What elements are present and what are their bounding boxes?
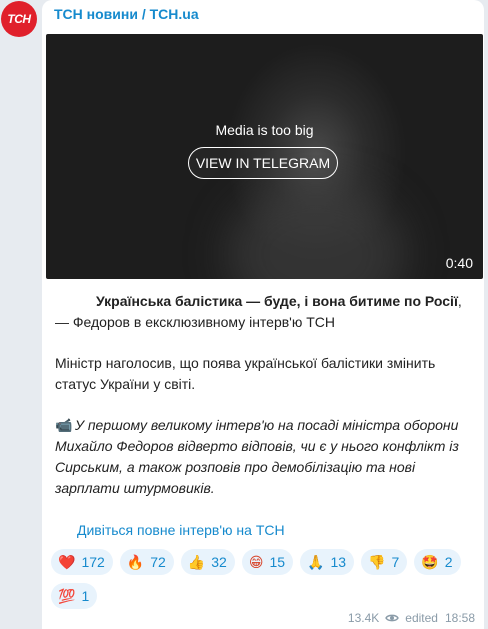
full-interview-link[interactable]: Дивіться повне інтерв'ю на ТСН	[77, 522, 285, 538]
post-paragraph-3: 📹 У першому великому інтерв'ю на посаді м…	[55, 415, 470, 499]
thumbs-up-icon: 👍	[187, 553, 206, 570]
reaction-fire[interactable]: 🔥 72	[119, 549, 174, 575]
reaction-count: 32	[211, 554, 227, 570]
headline-bold: Українська балістика — буде, і вона бити…	[96, 293, 458, 309]
reaction-star-struck[interactable]: 🤩 2	[414, 549, 461, 575]
hundred-icon: 💯	[58, 587, 76, 604]
video-camera-icon: 📹	[55, 417, 73, 433]
view-in-telegram-button[interactable]: VIEW IN TELEGRAM	[188, 147, 338, 179]
video-blur-figure	[226, 184, 406, 279]
fire-icon: 🔥	[126, 553, 145, 570]
reaction-count: 15	[269, 554, 286, 570]
reaction-count: 13	[330, 554, 347, 570]
post-paragraph-2: Міністр наголосив, що поява української …	[55, 355, 436, 392]
reaction-count: 2	[444, 554, 453, 570]
view-count: 13.4K	[347, 611, 380, 625]
edited-label: edited	[405, 611, 438, 625]
grin-icon: 😁	[248, 553, 264, 570]
media-too-big-message: Media is too big	[215, 122, 314, 138]
reaction-grin[interactable]: 😁 15	[241, 549, 294, 575]
video-duration: 0:40	[445, 255, 473, 271]
reaction-count: 1	[81, 588, 90, 604]
reaction-thumbs-up[interactable]: 👍 32	[180, 549, 235, 575]
channel-name[interactable]: ТСН новини / TCH.ua	[54, 6, 199, 22]
post-headline: Українська балістика — буде, і вона бити…	[55, 291, 470, 333]
avatar-logo-text: ТСН	[7, 12, 31, 26]
message-meta: 13.4K edited 18:58	[348, 611, 475, 625]
channel-avatar[interactable]: ТСН	[1, 1, 37, 37]
message-time: 18:58	[444, 611, 475, 625]
reaction-thumbs-down[interactable]: 👎 7	[361, 549, 408, 575]
reaction-count: 172	[81, 554, 105, 570]
thumbs-down-icon: 👎	[368, 553, 386, 570]
star-struck-icon: 🤩	[421, 553, 439, 570]
heart-icon: ❤️	[58, 553, 76, 570]
eye-icon	[385, 613, 400, 623]
reaction-hundred[interactable]: 💯 1	[51, 583, 98, 609]
reactions-bar: ❤️ 172 🔥 72 👍 32 😁 15 🙏 13 👎 7 🤩 2 💯 1	[51, 549, 471, 609]
paragraph-3-text: У першому великому інтерв'ю на посаді мі…	[55, 417, 459, 496]
reaction-heart[interactable]: ❤️ 172	[51, 549, 113, 575]
video-preview[interactable]: Media is too big VIEW IN TELEGRAM 0:40	[46, 34, 483, 279]
reaction-count: 72	[150, 554, 166, 570]
reaction-count: 7	[391, 554, 400, 570]
reaction-pray[interactable]: 🙏 13	[300, 549, 355, 575]
pray-icon: 🙏	[307, 553, 325, 570]
